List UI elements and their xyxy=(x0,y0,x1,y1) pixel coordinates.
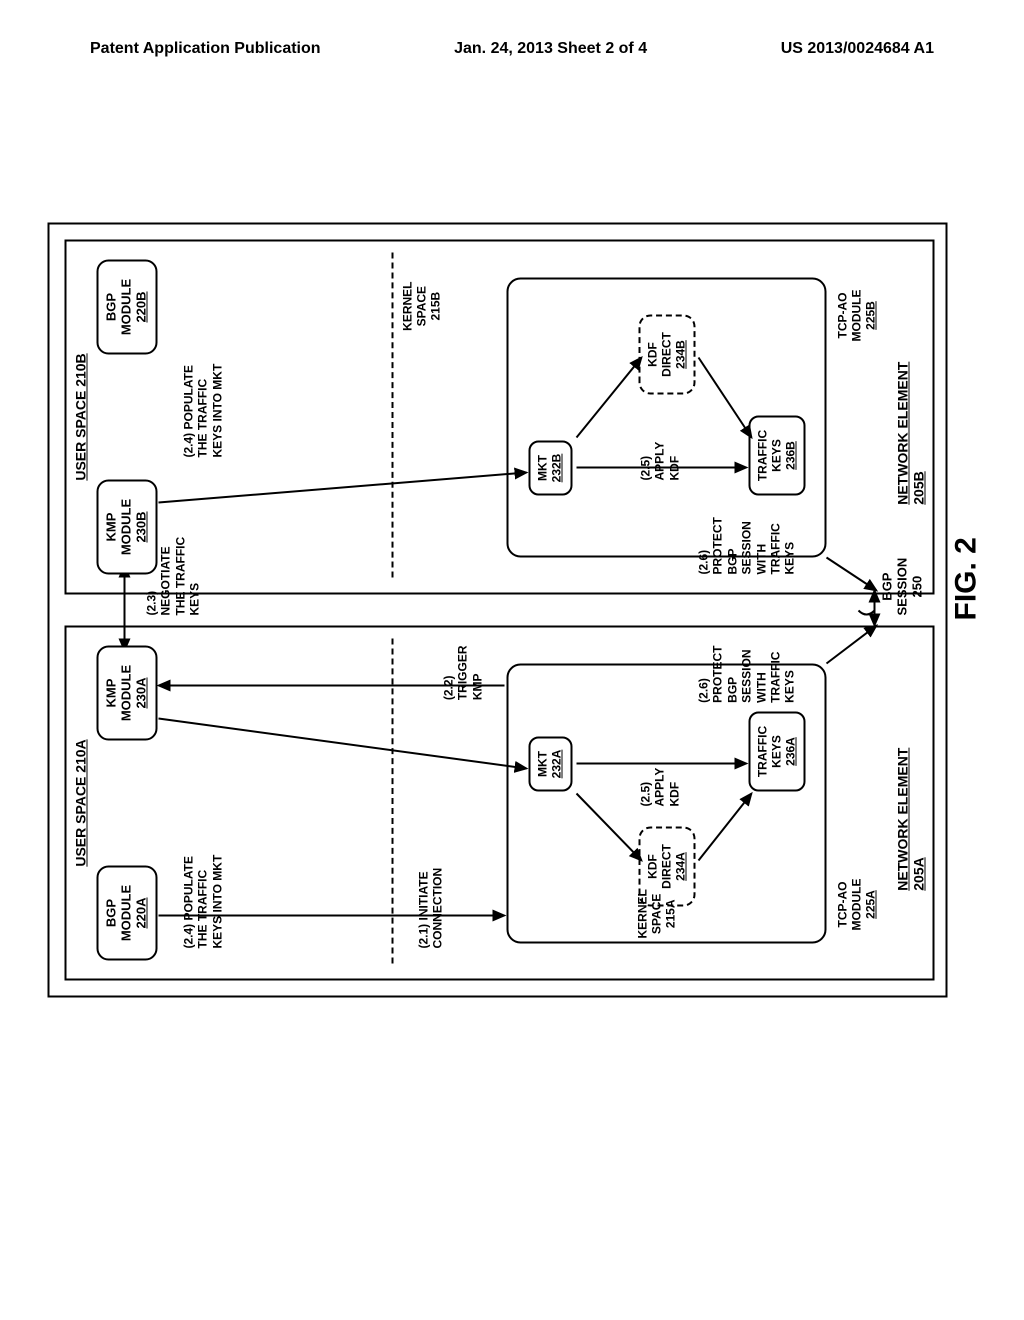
note-26b: (2.6) PROTECT BGP SESSION WITH TRAFFIC K… xyxy=(697,517,798,574)
header-center: Jan. 24, 2013 Sheet 2 of 4 xyxy=(454,40,647,58)
kmp-module-a: KMP MODULE 230A xyxy=(97,646,158,741)
page-header: Patent Application Publication Jan. 24, … xyxy=(0,40,1024,58)
mkt-a: MKT 232A xyxy=(529,737,573,792)
note-21: (2.1) INITIATE CONNECTION xyxy=(417,868,446,949)
tcpao-b-l2: MODULE xyxy=(849,290,863,342)
tcpao-b-l1: TCP-AO xyxy=(836,293,850,339)
header-right: US 2013/0024684 A1 xyxy=(781,40,934,58)
figure-caption: FIG. 2 xyxy=(950,537,984,620)
tk-a-l1: TRAFFIC xyxy=(756,726,770,777)
tcpao-a-id: 225A xyxy=(863,890,877,919)
kmp-b-l2: MODULE xyxy=(118,499,133,555)
mkt-b: MKT 232B xyxy=(529,441,573,496)
diagram-canvas: USER SPACE 210A NETWORK ELEMENT 205A BGP… xyxy=(48,223,948,998)
bgp-a-l2: MODULE xyxy=(118,885,133,941)
kdf-a-id: 234A xyxy=(673,852,687,881)
kernel-space-a-label: KERNEL SPACE 215A xyxy=(637,889,678,938)
user-kernel-divider-a xyxy=(392,639,394,964)
kdf-a-l2: DIRECT xyxy=(659,844,673,889)
kmp-a-id: 230A xyxy=(133,677,148,708)
kdf-a-l1: KDF xyxy=(646,854,660,879)
note-26a: (2.6) PROTECT BGP SESSION WITH TRAFFIC K… xyxy=(697,646,798,703)
kdf-b-l1: KDF xyxy=(646,342,660,367)
note-24a: (2.4) POPULATE THE TRAFFIC KEYS INTO MKT xyxy=(182,855,225,949)
tk-a-id: 236A xyxy=(783,737,797,766)
kdf-direct-b: KDF DIRECT 234B xyxy=(639,315,696,395)
tk-b-l2: KEYS xyxy=(769,439,783,472)
tcpao-a-label: TCP-AO MODULE 225A xyxy=(837,879,878,931)
mkt-a-id: 232A xyxy=(549,750,563,779)
kmp-b-l1: KMP xyxy=(104,513,119,542)
bgp-a-id: 220A xyxy=(133,897,148,928)
user-kernel-divider-b xyxy=(392,253,394,578)
kdf-b-l2: DIRECT xyxy=(659,332,673,377)
traffic-keys-b: TRAFFIC KEYS 236B xyxy=(749,416,806,496)
mkt-a-l1: MKT xyxy=(536,751,550,777)
mkt-b-id: 232B xyxy=(549,454,563,483)
mkt-b-l1: MKT xyxy=(536,455,550,481)
tcpao-b-label: TCP-AO MODULE 225B xyxy=(837,290,878,342)
tk-b-id: 236B xyxy=(783,441,797,470)
page: Patent Application Publication Jan. 24, … xyxy=(0,0,1024,1320)
network-element-a-label: NETWORK ELEMENT 205A xyxy=(895,715,927,891)
kmp-a-l1: KMP xyxy=(104,679,119,708)
traffic-keys-a: TRAFFIC KEYS 236A xyxy=(749,712,806,792)
tcpao-b-id: 225B xyxy=(863,301,877,330)
user-space-b-label: USER SPACE 210B xyxy=(73,353,89,480)
note-22: (2.2) TRIGGER KMP xyxy=(442,646,485,701)
note-25a: (2.5) APPLY KDF xyxy=(639,768,682,807)
bgp-module-b: BGP MODULE 220B xyxy=(97,260,158,355)
tcpao-a-l1: TCP-AO xyxy=(836,882,850,928)
kernel-space-b-label: KERNEL SPACE 215B xyxy=(402,282,443,331)
tcpao-module-b: MKT 232B KDF DIRECT 234B TRAFFIC KEYS 23… xyxy=(507,278,827,558)
header-left: Patent Application Publication xyxy=(90,40,321,58)
bgp-a-l1: BGP xyxy=(104,899,119,927)
note-25b: (2.5) APPLY KDF xyxy=(639,442,682,481)
network-element-b-label: NETWORK ELEMENT 205B xyxy=(895,329,927,505)
tk-b-l1: TRAFFIC xyxy=(756,430,770,481)
note-24b: (2.4) POPULATE THE TRAFFIC KEYS INTO MKT xyxy=(182,364,225,458)
tk-a-l2: KEYS xyxy=(769,735,783,768)
user-space-a-label: USER SPACE 210A xyxy=(73,739,89,866)
tcpao-a-l2: MODULE xyxy=(849,879,863,931)
kmp-a-l2: MODULE xyxy=(118,665,133,721)
bgp-module-a: BGP MODULE 220A xyxy=(97,866,158,961)
note-23: (2.3) NEGOTIATE THE TRAFFIC KEYS xyxy=(145,537,203,616)
bgp-b-l2: MODULE xyxy=(118,279,133,335)
kdf-b-id: 234B xyxy=(673,340,687,369)
bgp-b-id: 220B xyxy=(133,291,148,322)
network-element-a: USER SPACE 210A NETWORK ELEMENT 205A BGP… xyxy=(65,626,935,981)
bgp-session-label: BGP SESSION 250 xyxy=(880,558,925,616)
bgp-b-l1: BGP xyxy=(104,293,119,321)
